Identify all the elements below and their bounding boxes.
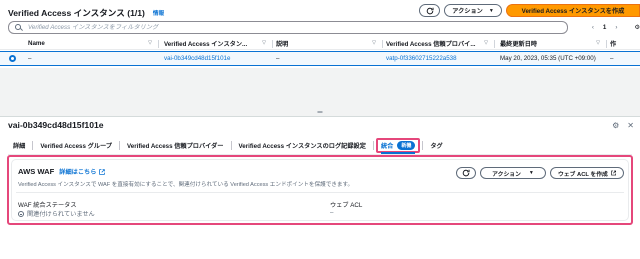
actions-label: アクション <box>452 8 483 15</box>
table-row[interactable]: – vai-0b349cd48d15f101e – vatp-0f3360271… <box>0 51 640 66</box>
waf-status-label: WAF 統合ステータス <box>18 202 77 209</box>
waf-highlight-box: AWS WAF 詳細はこちら Verified Access インスタンスで W… <box>7 155 633 225</box>
tab-integrations[interactable]: 統合 新機 <box>375 137 421 154</box>
learn-more-link[interactable]: 詳細はこちら <box>59 167 106 176</box>
next-page-icon[interactable]: › <box>615 24 617 31</box>
waf-actions-button[interactable]: アクション ▼ <box>480 167 546 179</box>
refresh-icon <box>462 169 470 177</box>
learn-more-label: 詳細はこちら <box>59 169 97 176</box>
close-icon[interactable]: ✕ <box>627 121 634 130</box>
waf-status-value: 関連付けられていません <box>18 209 95 218</box>
column-label: Name <box>28 40 45 47</box>
waf-refresh-button[interactable] <box>456 167 476 179</box>
cell-last-updated: May 20, 2023, 05:35 (UTC +09:00) <box>500 55 596 62</box>
pagination: ‹ 1 › ⚙ <box>592 24 640 31</box>
select-column-header <box>0 38 28 50</box>
column-header-trust-provider[interactable]: Verified Access 信頼プロバイ... ▽ <box>384 38 496 50</box>
tab-integrations-label: 統合 <box>380 142 394 150</box>
row-radio-selected[interactable] <box>9 55 16 62</box>
sort-icon: ▽ <box>372 39 376 46</box>
column-label: Verified Access インスタン... <box>164 41 248 48</box>
column-header-instance-id[interactable]: Verified Access インスタン... ▽ <box>160 38 274 50</box>
refresh-button[interactable] <box>419 4 440 17</box>
waf-container: AWS WAF 詳細はこちら Verified Access インスタンスで W… <box>11 159 629 221</box>
not-associated-icon <box>18 210 24 217</box>
search-icon <box>15 23 23 32</box>
tab-trust-providers[interactable]: Verified Access 信頼プロバイダー <box>122 139 229 151</box>
sort-icon: ▽ <box>262 39 266 46</box>
search-input[interactable] <box>28 24 528 31</box>
web-acl-label: ウェブ ACL <box>330 202 363 209</box>
waf-header: AWS WAF 詳細はこちら <box>18 167 106 176</box>
tab-details[interactable]: 詳細 <box>8 139 30 151</box>
waf-title: AWS WAF <box>18 167 55 176</box>
page-number[interactable]: 1 <box>603 24 606 31</box>
detail-title: vai-0b349cd48d15f101e <box>8 120 104 130</box>
waf-actions: アクション ▼ ウェブ ACL を作成 <box>456 167 624 179</box>
gear-icon[interactable]: ⚙ <box>612 121 619 130</box>
column-header-description[interactable]: 説明 ▽ <box>274 38 384 50</box>
waf-description: Verified Access インスタンスで WAF を直接有効にすることで、… <box>18 182 354 188</box>
new-badge: 新機 <box>397 140 416 150</box>
web-acl-value: – <box>330 209 334 216</box>
column-header-name[interactable]: Name ▽ <box>28 38 160 50</box>
cell-trust-provider-link[interactable]: vatp-0f33602715222a538 <box>384 52 496 65</box>
detail-panel-controls: ⚙ ✕ <box>612 121 634 130</box>
detail-tabs: 詳細 Verified Access グループ Verified Access … <box>8 137 448 154</box>
waf-divider <box>16 192 624 193</box>
cell-description: – <box>276 55 280 62</box>
search-field[interactable] <box>8 21 568 34</box>
external-link-icon <box>610 170 616 176</box>
cell-instance-id-link[interactable]: vai-0b349cd48d15f101e <box>160 52 274 65</box>
caret-down-icon: ▼ <box>488 7 494 14</box>
column-header-last-updated[interactable]: 最終更新日時 ▽ <box>496 38 608 50</box>
waf-status-text: 関連付けられていません <box>27 211 95 218</box>
tab-groups[interactable]: Verified Access グループ <box>35 139 117 151</box>
list-toolbar: アクション ▼ Verified Access インスタンスを作成 <box>419 4 640 17</box>
column-label: Verified Access 信頼プロバイ... <box>386 41 476 48</box>
row-select-cell[interactable] <box>0 52 28 65</box>
gear-icon[interactable]: ⚙ <box>634 24 640 31</box>
cell-name: – <box>28 55 32 62</box>
sort-icon: ▽ <box>484 39 488 46</box>
caret-down-icon: ▼ <box>528 170 534 176</box>
column-label: 作 <box>610 41 617 48</box>
actions-button[interactable]: アクション ▼ <box>444 4 502 17</box>
tab-tags[interactable]: タグ <box>425 139 447 151</box>
prev-page-icon[interactable]: ‹ <box>592 24 594 31</box>
cell-created: – <box>610 55 614 62</box>
list-header: Verified Access インスタンス (1/1) 情報 <box>8 6 164 20</box>
waf-actions-label: アクション <box>492 171 521 178</box>
column-label: 説明 <box>276 41 289 48</box>
column-label: 最終更新日時 <box>500 41 538 48</box>
create-web-acl-label: ウェブ ACL を作成 <box>558 171 608 178</box>
refresh-icon <box>426 7 434 14</box>
info-link[interactable]: 情報 <box>153 9 164 17</box>
table-header: Name ▽ Verified Access インスタン... ▽ 説明 ▽ V… <box>0 38 640 50</box>
tab-logging[interactable]: Verified Access インスタンスのログ記録設定 <box>234 139 371 151</box>
sort-icon: ▽ <box>148 39 152 46</box>
instances-list-panel: Verified Access インスタンス (1/1) 情報 アクション ▼ … <box>0 0 640 68</box>
instance-detail-panel: vai-0b349cd48d15f101e ⚙ ✕ 詳細 Verified Ac… <box>0 116 640 259</box>
external-link-icon <box>99 168 106 175</box>
create-web-acl-button[interactable]: ウェブ ACL を作成 <box>550 167 624 179</box>
sort-icon: ▽ <box>596 39 600 46</box>
split-panel-resize-handle[interactable]: ═ <box>316 109 324 116</box>
list-title: Verified Access インスタンス (1/1) <box>8 8 145 18</box>
column-header-created[interactable]: 作 <box>608 38 640 50</box>
create-instance-button[interactable]: Verified Access インスタンスを作成 <box>506 4 640 17</box>
